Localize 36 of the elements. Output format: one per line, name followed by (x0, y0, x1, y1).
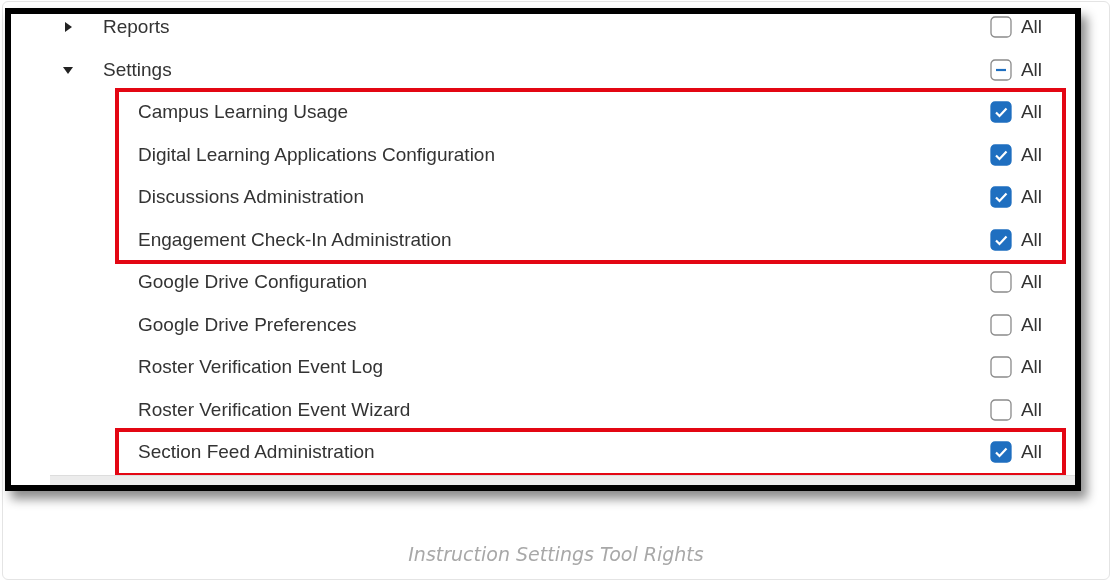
checkbox-label: All (1020, 356, 1042, 379)
tree-item[interactable]: Google Drive Preferences (138, 313, 990, 336)
tree-item[interactable]: Campus Learning Usage (138, 101, 990, 124)
tree-item[interactable]: Roster Verification Event Wizard (138, 398, 990, 421)
checkbox[interactable] (989, 143, 1012, 166)
checkbox-label: All (1020, 441, 1042, 464)
checkbox-label: All (1020, 398, 1042, 421)
checkbox-label: All (1020, 16, 1042, 39)
checkbox-label: All (1020, 101, 1042, 124)
checkbox[interactable] (989, 16, 1012, 39)
checkbox[interactable] (989, 58, 1012, 81)
tree-item[interactable]: Section Feed Administration (138, 441, 990, 464)
checkbox-label: All (1020, 143, 1042, 166)
tree-item[interactable]: Reports (103, 16, 990, 39)
checkbox[interactable] (989, 313, 1012, 336)
tree-item[interactable]: Roster Verification Event Log (138, 356, 990, 379)
checkbox-label: All (1020, 313, 1042, 336)
tree-item[interactable]: Engagement Check-In Administration (138, 228, 990, 251)
checkbox[interactable] (989, 356, 1012, 379)
checkbox[interactable] (989, 228, 1012, 251)
checkbox-label: All (1020, 228, 1042, 251)
checkbox-label: All (1020, 271, 1042, 294)
checkbox[interactable] (989, 101, 1012, 124)
tree-item[interactable]: Settings (103, 58, 990, 81)
tree-item[interactable]: Digital Learning Applications Configuration (138, 143, 990, 166)
checkbox[interactable] (989, 441, 1012, 464)
horizontal-scrollbar[interactable] (50, 475, 1075, 485)
checkbox[interactable] (989, 271, 1012, 294)
checkbox[interactable] (989, 398, 1012, 421)
checkbox[interactable] (989, 186, 1012, 209)
tree-item[interactable]: Discussions Administration (138, 186, 990, 209)
checkbox-label: All (1020, 58, 1042, 81)
figure-caption: Instruction Settings Tool Rights (408, 543, 704, 565)
caret-right-icon[interactable] (62, 21, 74, 34)
tree-item[interactable]: Google Drive Configuration (138, 271, 990, 294)
checkbox-label: All (1020, 186, 1042, 209)
